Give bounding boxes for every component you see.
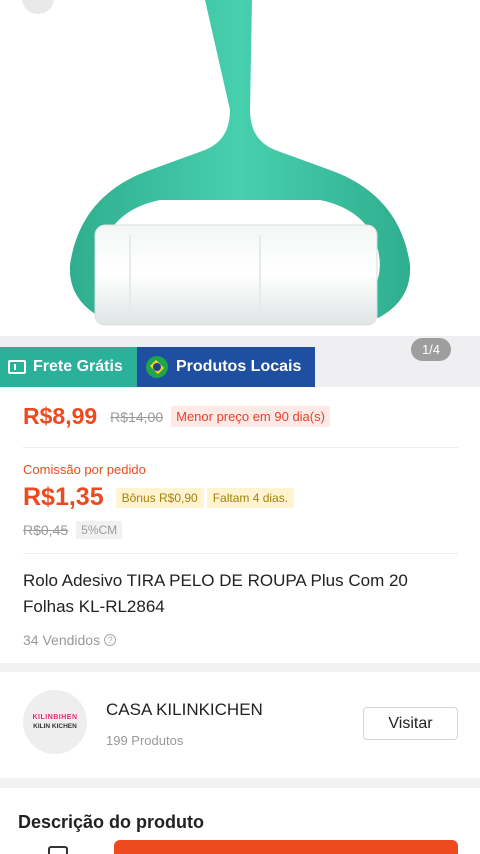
commission-row: R$1,35 Bônus R$0,90 Faltam 4 dias.: [23, 483, 295, 512]
bonus-badge: Bônus R$0,90: [115, 487, 204, 508]
lint-roller-image: [69, 0, 411, 326]
section-separator: [0, 663, 480, 672]
product-page: 1/4 Frete Grátis Produtos Locais R$8,99 …: [0, 0, 480, 854]
days-left-badge: Faltam 4 dias.: [206, 487, 295, 508]
commission-rate-badge: 5%CM: [76, 521, 123, 539]
sold-count-label: 34 Vendidos: [23, 632, 101, 648]
commission-value: R$1,35: [23, 483, 104, 511]
shop-logo-brand: KILINBIHEN: [32, 714, 78, 721]
ticket-icon: [8, 360, 26, 374]
question-circle-icon[interactable]: ?: [104, 634, 117, 646]
description-title: Descrição do produto: [18, 812, 205, 832]
free-shipping-label: Frete Grátis: [33, 358, 123, 375]
old-commission: R$0,45: [23, 522, 69, 538]
price-row: R$8,99 R$14,00 Menor preço em 90 dia(s): [23, 403, 330, 430]
shop-name[interactable]: CASA KILINKICHEN: [106, 700, 263, 720]
original-price: R$14,00: [110, 408, 164, 425]
brazil-flag-icon: [146, 356, 168, 378]
commission-label: Comissão por pedido: [23, 462, 146, 477]
free-shipping-tag: Frete Grátis: [0, 347, 137, 387]
store-icon[interactable]: [48, 846, 68, 854]
image-counter: 1/4: [411, 338, 451, 361]
local-products-tag: Produtos Locais: [137, 347, 315, 387]
current-price: R$8,99: [23, 403, 98, 429]
divider: [23, 447, 458, 448]
shop-logo-text: KILIN KICHEN: [33, 723, 77, 730]
product-tags: Frete Grátis Produtos Locais: [0, 347, 315, 387]
local-products-label: Produtos Locais: [176, 358, 302, 375]
shop-logo[interactable]: KILINBIHEN KILIN KICHEN: [23, 690, 87, 754]
section-separator: [0, 778, 480, 788]
product-image-carousel[interactable]: 1/4 Frete Grátis Produtos Locais: [0, 0, 480, 387]
shop-product-count: 199 Produtos: [106, 733, 184, 748]
old-commission-row: R$0,45 5%CM: [23, 521, 123, 539]
primary-action-button[interactable]: [114, 840, 458, 854]
sold-count: 34 Vendidos ?: [23, 632, 117, 648]
product-title: Rolo Adesivo TIRA PELO DE ROUPA Plus Com…: [23, 571, 408, 616]
visit-shop-button[interactable]: Visitar: [363, 707, 458, 740]
lowest-price-badge: Menor preço em 90 dia(s): [171, 406, 330, 427]
divider: [23, 553, 458, 554]
